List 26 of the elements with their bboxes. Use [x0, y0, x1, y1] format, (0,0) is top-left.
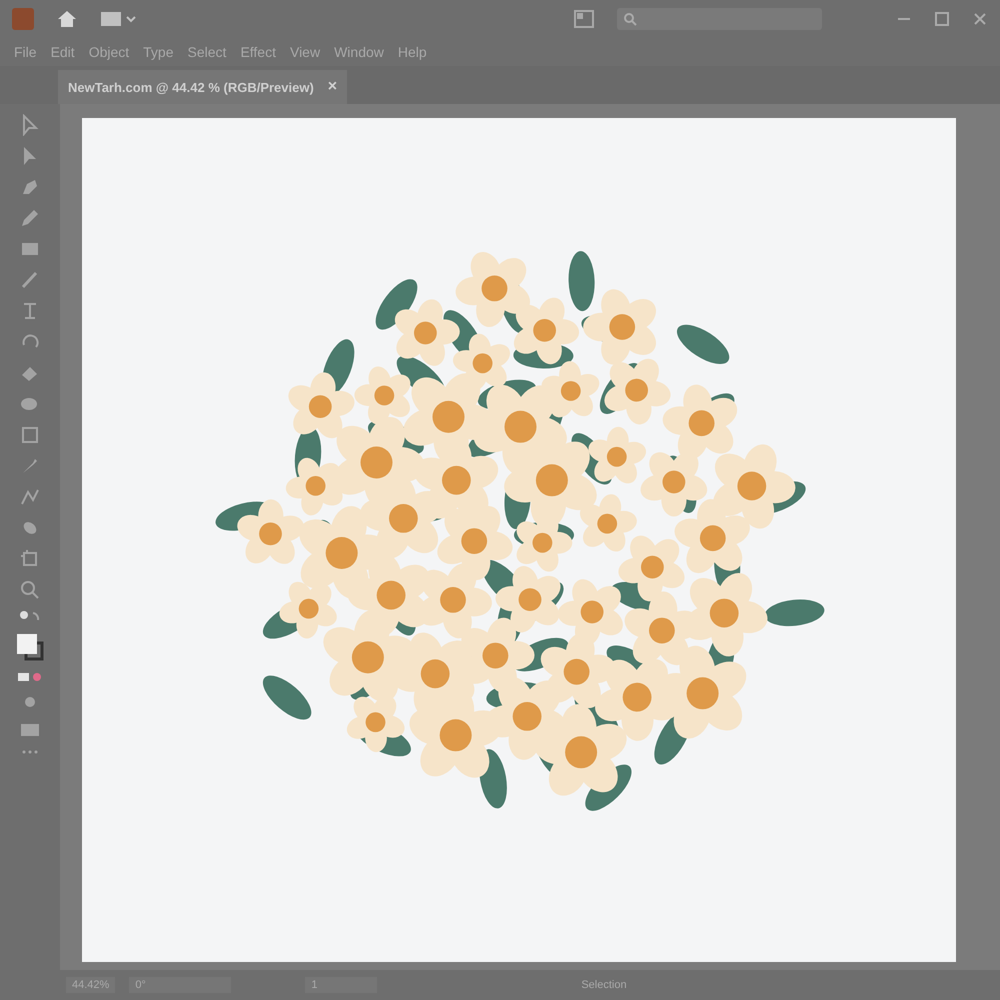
color-mode-icon[interactable] — [17, 670, 43, 684]
search-field[interactable] — [617, 8, 822, 30]
gradient-icon[interactable] — [19, 424, 41, 446]
home-icon[interactable] — [56, 8, 78, 30]
menu-item[interactable]: Edit — [44, 42, 81, 62]
search-icon[interactable] — [623, 12, 637, 26]
menu-item[interactable]: Type — [137, 42, 180, 62]
more-tools-icon[interactable] — [20, 749, 40, 755]
tab-title: NewTarh.com @ 44.42 % (RGB/Preview) — [68, 80, 314, 94]
close-icon[interactable] — [972, 11, 988, 27]
tab-close-button[interactable]: × — [328, 78, 338, 96]
menu-item[interactable]: Help — [392, 42, 433, 62]
panel-layout-icon[interactable] — [573, 9, 595, 29]
menu-item[interactable]: View — [284, 42, 326, 62]
menu-item[interactable]: Effect — [234, 42, 282, 62]
document-tab[interactable]: NewTarh.com @ 44.42 % (RGB/Preview) × — [58, 70, 348, 104]
current-tool-label: Selection — [581, 979, 627, 991]
menu-item[interactable]: Window — [328, 42, 390, 62]
fill-stroke-swatch-icon[interactable] — [16, 633, 44, 661]
menu-item[interactable]: Select — [182, 42, 232, 62]
pencil-icon[interactable] — [19, 207, 41, 229]
zoom-icon[interactable] — [19, 579, 41, 601]
maximize-icon[interactable] — [934, 11, 950, 27]
menu-item[interactable]: Object — [82, 42, 136, 62]
menu-item[interactable]: File — [8, 42, 43, 62]
app-logo-icon[interactable] — [12, 8, 34, 30]
